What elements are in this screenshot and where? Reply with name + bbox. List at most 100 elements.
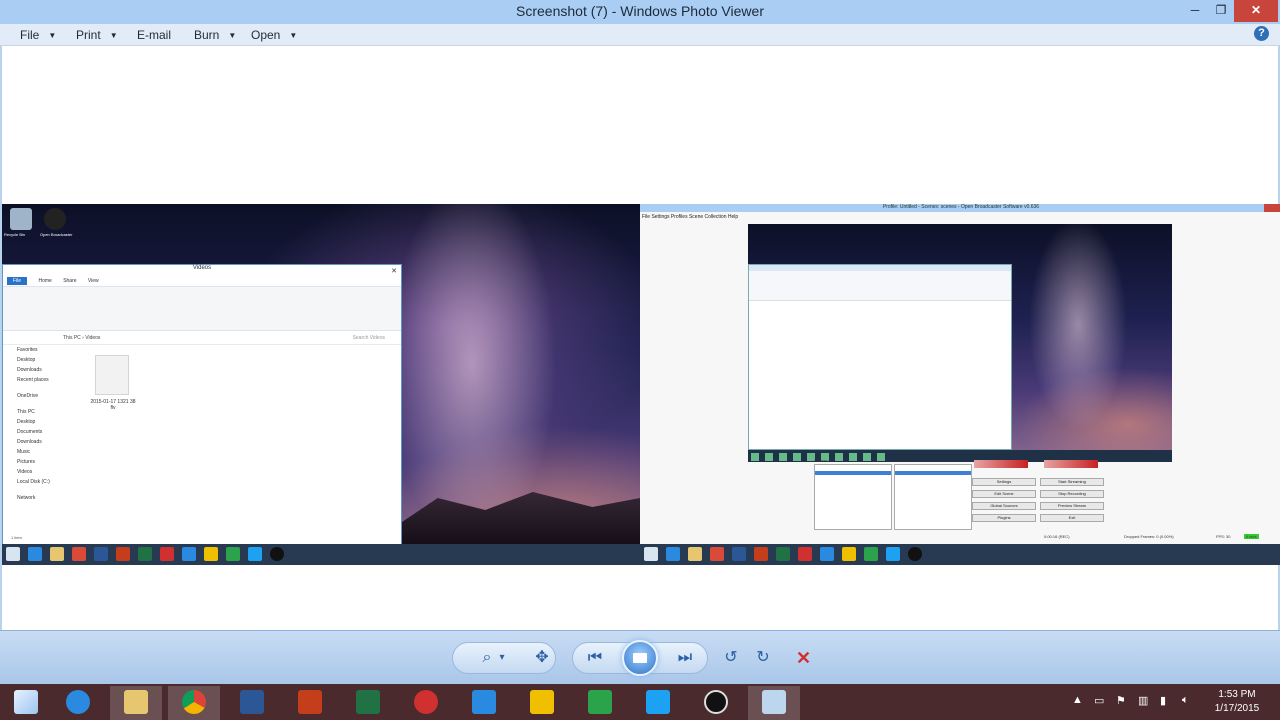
explorer-tab-share: Share [63, 278, 77, 284]
obs-icon [44, 208, 66, 230]
excel-icon [138, 547, 152, 561]
nav-item: Local Disk (C:) [17, 479, 50, 485]
delete-icon[interactable]: ✕ [796, 648, 811, 669]
show-hidden-icons-icon[interactable]: ▲ [1072, 694, 1083, 706]
minimize-button[interactable]: ─ [1182, 0, 1208, 22]
windows-logo-icon [14, 690, 38, 714]
explorer-nav-pane: Favorites Desktop Downloads Recent place… [3, 345, 83, 535]
close-icon: ✕ [391, 268, 397, 275]
nav-item: Favorites [17, 347, 38, 353]
slideshow-button[interactable] [622, 640, 658, 676]
taskbar-excel[interactable] [342, 686, 394, 720]
desktop-icon-label: Recycle Bin [4, 232, 26, 237]
maximize-button[interactable]: ❐ [1208, 0, 1234, 22]
start-icon [6, 547, 20, 561]
menu-burn-label: Burn [194, 28, 220, 42]
next-icon[interactable]: ⏭ [672, 648, 698, 668]
file-icon [95, 355, 129, 395]
obs-button: Edit Scene [972, 490, 1036, 498]
store-icon [588, 690, 612, 714]
mail-icon [820, 547, 834, 561]
taskbar-store[interactable] [574, 686, 626, 720]
store-icon [226, 547, 240, 561]
right-screenshot-taskbar [640, 544, 1280, 565]
mail-icon [472, 690, 496, 714]
mail-icon [182, 547, 196, 561]
taskbar-obs[interactable] [690, 686, 742, 720]
nav-item: Documents [17, 429, 43, 435]
preview-explorer [748, 264, 1012, 450]
menu-open-label: Open [251, 28, 281, 42]
menu-burn[interactable]: Burn ▼ [192, 27, 238, 43]
start-button[interactable] [0, 686, 52, 720]
twitter-icon [248, 547, 262, 561]
network-icon[interactable]: ▥ [1138, 694, 1148, 707]
menu-file[interactable]: File ▼ [18, 27, 58, 43]
obs-screenshot-right: Profile: Untitled - Scenes: scenes - Ope… [640, 204, 1280, 565]
desktop-screenshot-left: Recycle Bin Open Broadcaster Videos ✕ Fil… [2, 204, 640, 565]
internet-explorer-icon [66, 690, 90, 714]
taskbar-music[interactable] [400, 686, 452, 720]
chevron-down-icon[interactable]: ▾ [496, 648, 508, 668]
obs-status-dropped: Dropped Frames: 0 (0.00%) [1124, 534, 1174, 539]
word-icon [240, 690, 264, 714]
chevron-down-icon: ▼ [228, 31, 237, 40]
left-screenshot-taskbar [2, 544, 640, 565]
help-icon[interactable]: ? [1254, 26, 1269, 41]
obs-status-bar: 0:00:16 (REC) Dropped Frames: 0 (0.00%) … [640, 534, 1280, 544]
twitter-icon [646, 690, 670, 714]
explorer-ribbon [3, 287, 401, 331]
menu-open[interactable]: Open ▼ [249, 27, 299, 43]
scenes-list [814, 464, 892, 530]
battery-icon[interactable]: ▭ [1094, 694, 1104, 707]
menu-bar: File ▼ Print ▼ E-mail Burn ▼ Open ▼ ? [0, 24, 1280, 46]
obs-button: Plugins [972, 514, 1036, 522]
chevron-down-icon: ▼ [109, 31, 118, 40]
explorer-title-text: Videos [192, 265, 212, 271]
nav-item: Downloads [17, 439, 42, 445]
clock-time: 1:53 PM [1218, 689, 1256, 700]
taskbar-ie[interactable] [52, 686, 104, 720]
taskbar-twitter[interactable] [632, 686, 684, 720]
obs-preview [748, 224, 1172, 462]
ie-icon [666, 547, 680, 561]
music-icon [798, 547, 812, 561]
obs-status-time: 0:00:16 (REC) [1044, 534, 1070, 539]
scenes-label: Scenes: [814, 458, 829, 463]
previous-icon[interactable]: ⏮ [582, 648, 608, 668]
system-clock[interactable]: 1:53 PM 1/17/2015 [1206, 688, 1268, 716]
menu-print[interactable]: Print ▼ [74, 27, 120, 43]
volume-icon[interactable]: 🔈︎ [1182, 694, 1189, 707]
close-button[interactable]: ✕ [1234, 0, 1278, 22]
nav-item: Music [17, 449, 31, 455]
close-icon [1264, 204, 1280, 212]
mic-meter [1044, 460, 1098, 468]
signal-icon[interactable]: ▮ [1160, 694, 1166, 707]
obs-status-rate: 0 kb/s [1244, 534, 1259, 539]
taskbar-photo-viewer[interactable] [748, 686, 800, 720]
rotate-clockwise-icon[interactable]: ↻ [752, 648, 774, 668]
powerpoint-icon [116, 547, 130, 561]
obs-icon [704, 690, 728, 714]
rotate-counterclockwise-icon[interactable]: ↺ [720, 648, 742, 668]
chrome-icon [182, 690, 206, 714]
nav-item: Desktop [17, 357, 36, 363]
taskbar-powerpoint[interactable] [284, 686, 336, 720]
explorer-tab-file: File [7, 277, 28, 285]
store-icon [864, 547, 878, 561]
nav-item: Desktop [17, 419, 36, 425]
taskbar-notes[interactable] [516, 686, 568, 720]
file-explorer-window: Videos ✕ File Home Share View This PC › V… [2, 264, 402, 545]
sources-list [894, 464, 972, 530]
headphones-icon [414, 690, 438, 714]
menu-email[interactable]: E-mail [135, 27, 173, 43]
photo-viewer-icon [762, 690, 786, 714]
taskbar-word[interactable] [226, 686, 278, 720]
flag-icon[interactable]: ⚑ [1116, 694, 1126, 707]
actual-size-icon[interactable]: ✥ [530, 648, 554, 668]
taskbar-chrome[interactable] [168, 686, 220, 720]
taskbar-mail[interactable] [458, 686, 510, 720]
mountain-silhouette [402, 492, 640, 546]
taskbar-explorer[interactable] [110, 686, 162, 720]
notes-icon [204, 547, 218, 561]
